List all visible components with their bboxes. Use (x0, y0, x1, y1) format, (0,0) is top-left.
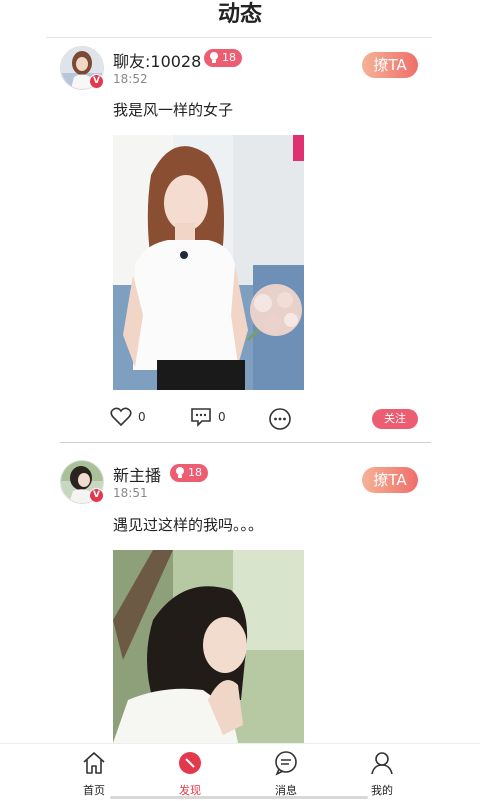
post-time: 18:52 (113, 72, 148, 86)
liao-ta-button[interactable]: 撩TA (362, 52, 418, 78)
follow-button[interactable]: 关注 (372, 409, 418, 429)
home-icon (83, 752, 105, 774)
more-icon (269, 408, 291, 430)
post-photo[interactable] (113, 135, 304, 390)
tab-messages[interactable]: 消息 (256, 750, 316, 798)
heart-icon (110, 407, 132, 427)
bottom-tab-bar: 首页 发现 消息 我的 (0, 743, 480, 801)
header-divider (46, 37, 432, 38)
like-count: 0 (138, 410, 146, 424)
post-photo-image (113, 135, 304, 390)
like-action[interactable]: 0 (110, 407, 146, 427)
message-icon (275, 751, 297, 776)
tab-profile[interactable]: 我的 (352, 750, 412, 798)
profile-icon (371, 752, 393, 775)
comment-count: 0 (218, 410, 226, 424)
comment-icon (191, 408, 211, 427)
post-time: 18:51 (113, 486, 148, 500)
level-value: 18 (188, 466, 202, 479)
verified-badge: V (89, 74, 104, 89)
compass-icon (179, 752, 201, 774)
lightbulb-icon (176, 467, 184, 478)
lightbulb-icon (210, 52, 218, 63)
post-photo[interactable] (113, 550, 304, 743)
more-action[interactable] (268, 407, 292, 431)
level-badge: 18 (204, 49, 242, 67)
page-title: 动态 (217, 2, 262, 27)
liao-ta-button[interactable]: 撩TA (362, 467, 418, 493)
tab-home[interactable]: 首页 (64, 750, 124, 798)
post-divider (60, 442, 431, 443)
page-header: 动态 (0, 0, 480, 36)
level-value: 18 (222, 51, 236, 64)
post-content: 遇见过这样的我吗。。。 (113, 516, 264, 534)
tab-discover[interactable]: 发现 (160, 750, 220, 798)
username[interactable]: 聊友:10028 (113, 48, 201, 72)
username[interactable]: 新主播 (113, 462, 161, 486)
verified-badge: V (89, 488, 104, 503)
comment-action[interactable]: 0 (190, 407, 226, 427)
post-photo-image (113, 550, 304, 743)
level-badge: 18 (170, 464, 208, 482)
home-indicator (110, 796, 368, 799)
post-content: 我是风一样的女子 (113, 101, 234, 119)
